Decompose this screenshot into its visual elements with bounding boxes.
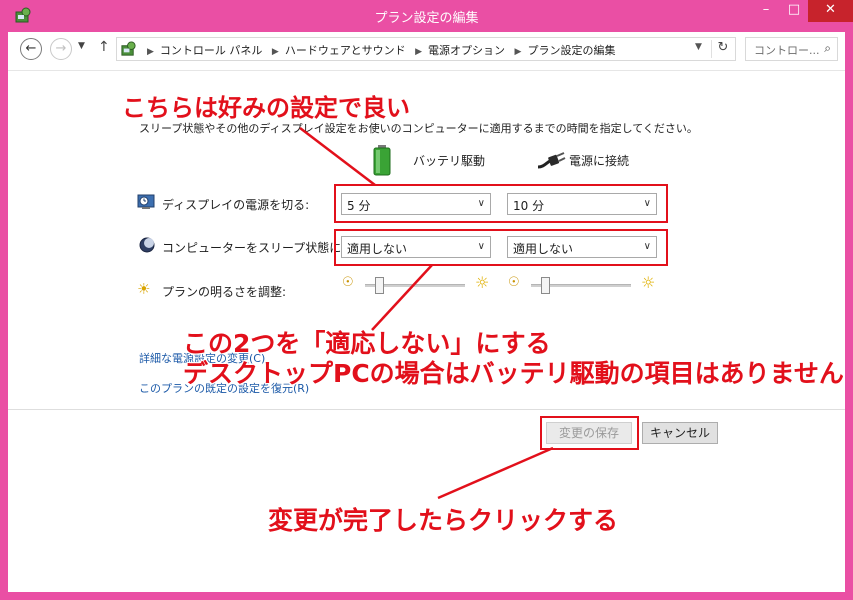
refresh-button[interactable]: ↻ <box>711 40 734 58</box>
highlight-sleep <box>334 229 668 266</box>
breadcrumb-item[interactable]: プラン設定の編集 <box>527 44 615 57</box>
forward-button[interactable]: → <box>50 38 72 60</box>
highlight-display-off <box>334 184 668 223</box>
up-button[interactable]: ↑ <box>98 39 110 55</box>
annotation-middle-line2: デスクトップPCの場合はバッテリ駆動の項目はありません <box>183 359 844 388</box>
brightness-label: プランの明るさを調整: <box>162 285 287 299</box>
highlight-save-button <box>540 416 639 450</box>
minimize-icon: – <box>762 2 770 17</box>
breadcrumb-separator-icon: ▶ <box>514 47 522 57</box>
battery-icon <box>373 145 391 176</box>
display-clock-icon <box>137 194 155 209</box>
minimize-button[interactable]: – <box>753 0 779 22</box>
brightness-high-icon: ☼ <box>641 273 656 292</box>
breadcrumb-separator-icon: ▶ <box>271 47 279 57</box>
annotation-middle-line1: この2つを「適応しない」にする <box>183 329 551 358</box>
maximize-button[interactable]: □ <box>781 0 807 22</box>
breadcrumb-item[interactable]: コントロール パネル <box>160 44 263 57</box>
close-button[interactable]: ✕ <box>808 0 853 22</box>
annotation-top: こちらは好みの設定で良い <box>122 94 410 122</box>
arrow-up-icon: ↑ <box>98 39 110 55</box>
slider-thumb[interactable] <box>375 277 384 294</box>
power-plug-icon <box>537 152 566 169</box>
refresh-icon: ↻ <box>717 40 729 55</box>
chevron-down-icon: ▼ <box>78 41 85 51</box>
moon-icon <box>139 237 155 253</box>
brightness-low-icon: ☉ <box>342 275 354 290</box>
arrow-right-icon: → <box>55 41 67 56</box>
display-off-label: ディスプレイの電源を切る: <box>162 198 310 212</box>
breadcrumb: ▶ コントロール パネル ▶ ハードウェアとサウンド ▶ 電源オプション ▶ プラン設定… <box>141 42 615 58</box>
search-input[interactable]: コントロー... ⌕ <box>745 37 838 61</box>
annotation-bottom: 変更が完了したらクリックする <box>268 506 619 535</box>
cancel-button[interactable]: キャンセル <box>642 422 718 444</box>
address-toolbar: ← → ▼ ↑ ▶ コントロール パネル ▶ ハードウェアとサウンド ▶ 電源オプショ… <box>8 32 845 71</box>
brightness-high-icon: ☼ <box>475 273 490 292</box>
sun-icon: ☀ <box>137 280 151 298</box>
column-header-battery: バッテリ駆動 <box>413 154 486 168</box>
breadcrumb-separator-icon: ▶ <box>415 47 423 57</box>
address-dropdown-button[interactable]: ▼ <box>695 42 702 52</box>
brightness-battery-slider[interactable] <box>365 276 465 296</box>
chevron-down-icon: ▼ <box>695 42 702 52</box>
breadcrumb-separator-icon: ▶ <box>147 47 154 57</box>
title-bar: プラン設定の編集 – □ ✕ <box>0 0 853 32</box>
control-panel-icon <box>121 41 136 56</box>
recent-locations-button[interactable]: ▼ <box>78 41 85 51</box>
maximize-icon: □ <box>787 2 801 17</box>
close-icon: ✕ <box>825 2 836 17</box>
brightness-low-icon: ☉ <box>508 275 520 290</box>
breadcrumb-item[interactable]: 電源オプション <box>428 44 505 57</box>
breadcrumb-item[interactable]: ハードウェアとサウンド <box>285 44 406 57</box>
divider <box>8 409 845 410</box>
window-title: プラン設定の編集 <box>374 11 479 26</box>
column-header-plugged: 電源に接続 <box>569 154 630 168</box>
brightness-plugged-slider[interactable] <box>531 276 631 296</box>
search-placeholder: コントロー... <box>754 44 820 57</box>
address-bar[interactable]: ▶ コントロール パネル ▶ ハードウェアとサウンド ▶ 電源オプション ▶ プラン設定… <box>116 37 736 61</box>
arrow-left-icon: ← <box>25 41 37 56</box>
slider-thumb[interactable] <box>541 277 550 294</box>
back-button[interactable]: ← <box>20 38 42 60</box>
search-icon: ⌕ <box>824 41 831 55</box>
